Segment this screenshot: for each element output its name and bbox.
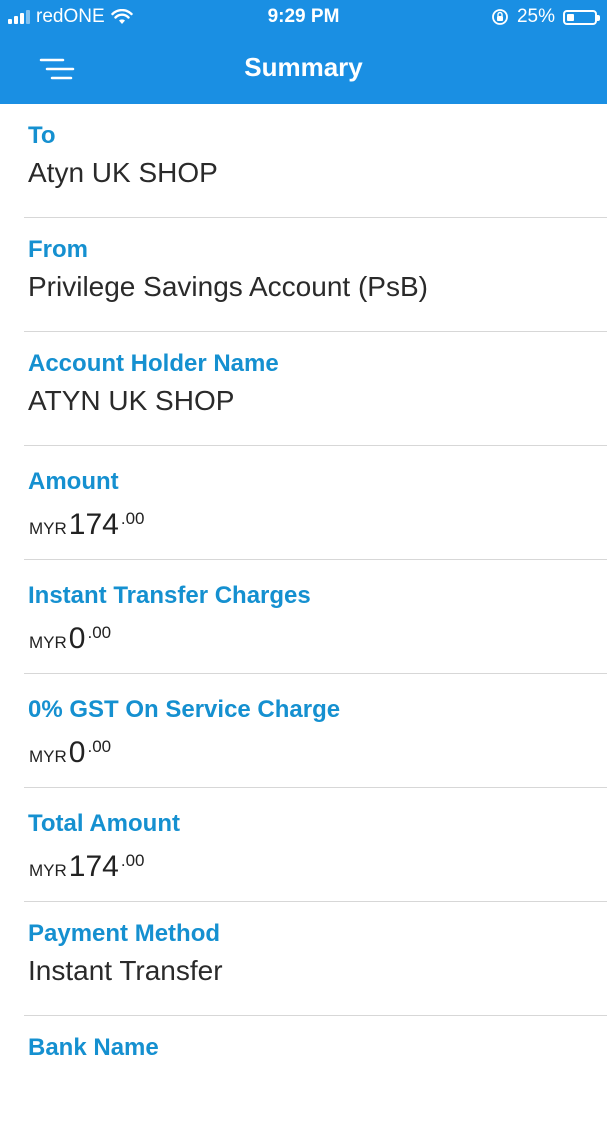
- field-value: Instant Transfer: [28, 955, 223, 986]
- amount-value: MYR 174 .00: [29, 850, 144, 884]
- amount-integer: 0: [68, 622, 86, 655]
- currency-code: MYR: [29, 747, 67, 766]
- field-label: From: [28, 236, 88, 263]
- currency-code: MYR: [29, 861, 67, 880]
- rotation-lock-icon: [492, 9, 508, 25]
- summary-row-to: To Atyn UK SHOP: [24, 104, 607, 218]
- field-label: Instant Transfer Charges: [28, 582, 311, 609]
- amount-value: MYR 0 .00: [29, 622, 111, 656]
- summary-row-bank-name: Bank Name: [24, 1016, 607, 1130]
- battery-percent: 25%: [516, 6, 555, 27]
- field-value: Privilege Savings Account (PsB): [28, 271, 428, 302]
- status-right: 25%: [491, 6, 600, 28]
- amount-value: MYR 174 .00: [29, 508, 144, 542]
- field-value: Atyn UK SHOP: [28, 157, 218, 188]
- amount-decimal: .00: [87, 737, 112, 756]
- amount-decimal: .00: [87, 623, 112, 642]
- field-label: 0% GST On Service Charge: [28, 696, 341, 723]
- summary-row-total: Total Amount MYR 174 .00: [24, 788, 607, 902]
- summary-row-transfer-charges: Instant Transfer Charges MYR 0 .00: [24, 560, 607, 674]
- field-label: To: [28, 122, 56, 149]
- field-label: Total Amount: [28, 810, 180, 837]
- amount-decimal: .00: [120, 851, 145, 870]
- summary-list: To Atyn UK SHOP From Privilege Savings A…: [0, 104, 607, 1130]
- amount-decimal: .00: [120, 509, 145, 528]
- page-title: Summary: [244, 52, 363, 82]
- battery-fill: [567, 13, 574, 21]
- status-bar: redONE 9:29 PM 25%: [0, 0, 607, 34]
- currency-code: MYR: [29, 633, 67, 652]
- amount-integer: 174: [68, 850, 119, 883]
- currency-code: MYR: [29, 519, 67, 538]
- summary-row-from: From Privilege Savings Account (PsB): [24, 218, 607, 332]
- summary-row-account-holder: Account Holder Name ATYN UK SHOP: [24, 332, 607, 446]
- field-label: Amount: [28, 468, 119, 495]
- app-header: redONE 9:29 PM 25% Summary: [0, 0, 607, 104]
- battery-icon: [563, 9, 600, 25]
- nav-bar: Summary: [0, 34, 607, 104]
- summary-row-gst: 0% GST On Service Charge MYR 0 .00: [24, 674, 607, 788]
- summary-row-payment-method: Payment Method Instant Transfer: [24, 902, 607, 1016]
- field-label: Payment Method: [28, 920, 221, 947]
- field-value: ATYN UK SHOP: [28, 385, 235, 416]
- field-label: Account Holder Name: [28, 350, 279, 377]
- amount-integer: 174: [68, 508, 119, 541]
- field-label: Bank Name: [28, 1034, 159, 1061]
- summary-row-amount: Amount MYR 174 .00: [24, 446, 607, 560]
- amount-value: MYR 0 .00: [29, 736, 111, 770]
- amount-integer: 0: [68, 736, 86, 769]
